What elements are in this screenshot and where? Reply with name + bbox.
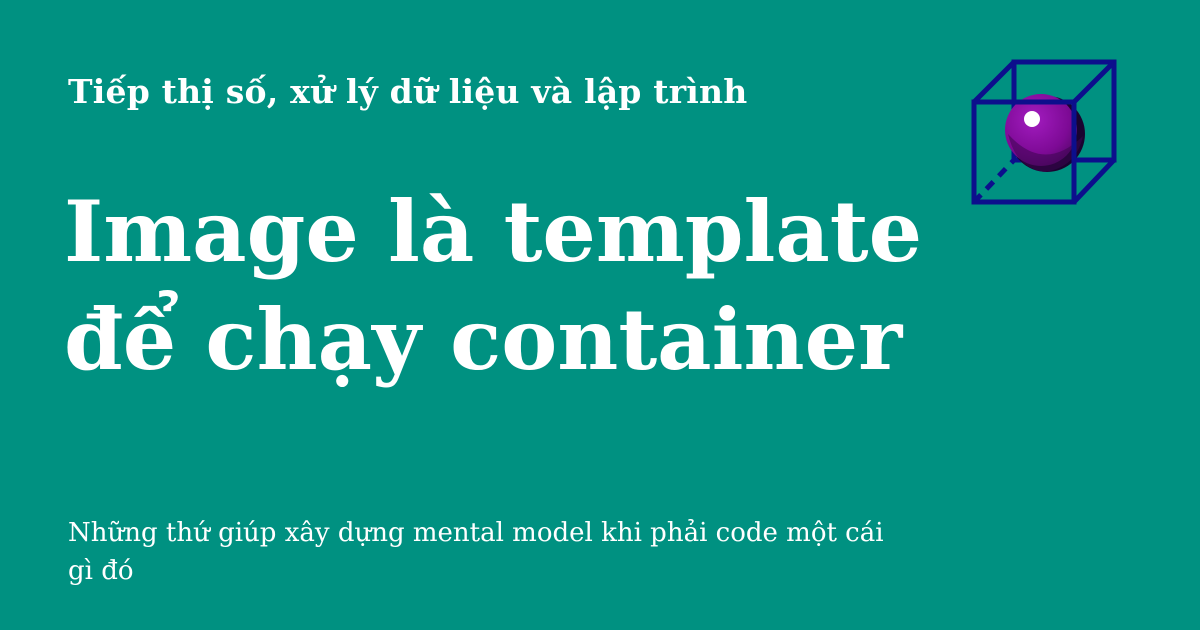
headline-line-2: để chạy container <box>64 290 903 389</box>
article-subtitle: Những thứ giúp xây dựng mental model khi… <box>68 518 884 586</box>
article-headline: Image là template để chạy container <box>64 178 924 394</box>
social-card: Tiếp thị số, xử lý dữ liệu và lập trình … <box>0 0 1200 630</box>
cube-sphere-icon <box>968 56 1124 208</box>
site-title: Tiếp thị số, xử lý dữ liệu và lập trình <box>68 72 748 111</box>
headline-line-1: Image là template <box>64 182 923 281</box>
